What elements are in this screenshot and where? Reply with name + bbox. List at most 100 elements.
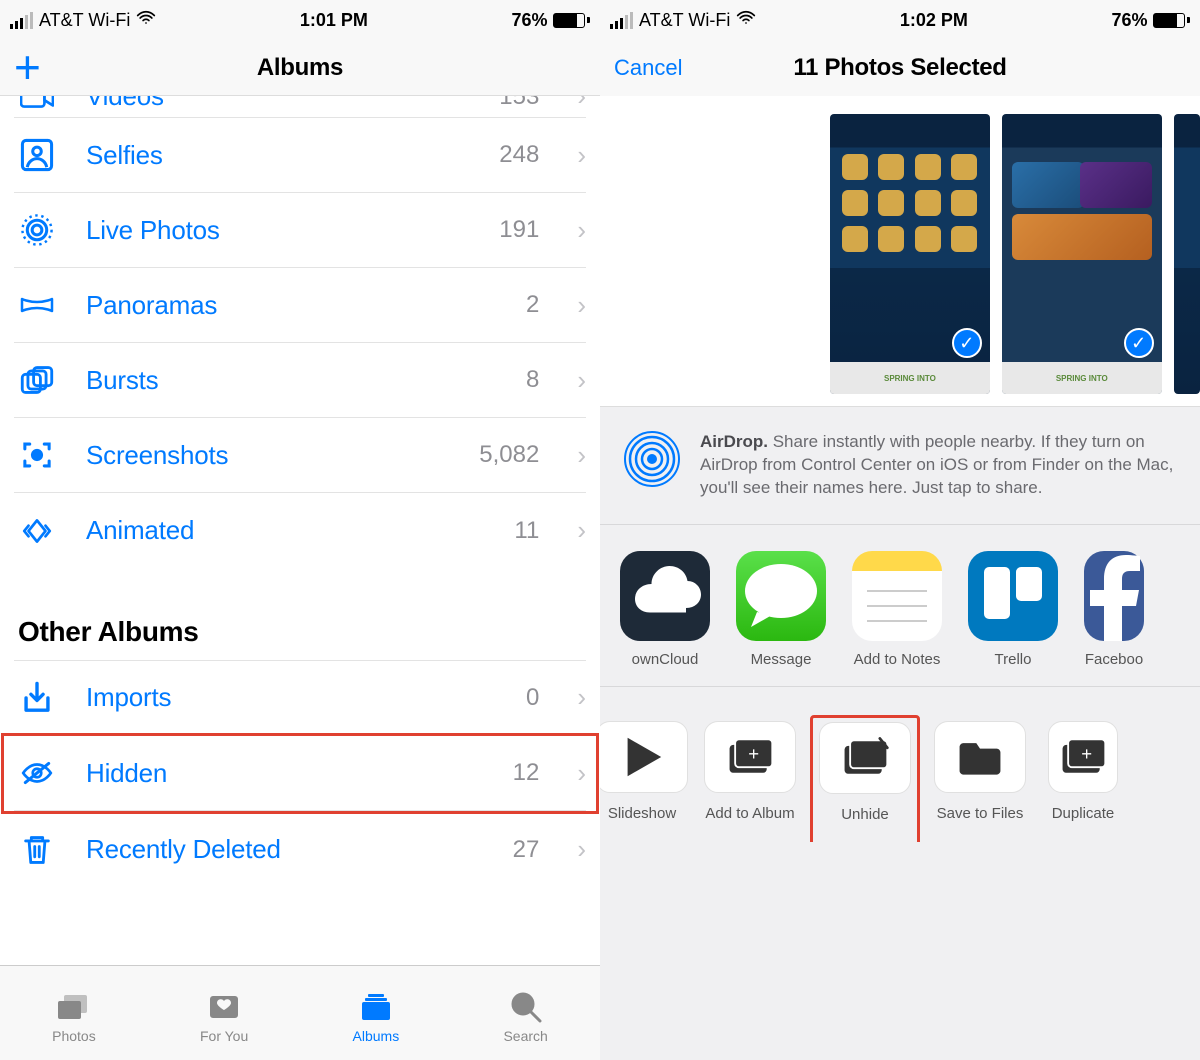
app-label: ownCloud [632,651,699,668]
album-count: 248 [499,141,539,169]
action-save-to-files[interactable]: Save to Files [934,721,1026,824]
wifi-icon [736,8,756,33]
duplicate-icon: + [1048,721,1118,793]
photo-thumbnail-partial[interactable] [1174,114,1200,394]
add-button[interactable]: + [14,54,41,82]
signal-icon [10,12,33,29]
battery-percent: 76% [511,10,547,31]
chevron-icon: › [577,215,586,246]
album-row-animated[interactable]: Animated 11 › [14,493,586,568]
app-label: Message [751,651,812,668]
checkmark-icon: ✓ [952,328,982,358]
airdrop-text: AirDrop. Share instantly with people nea… [700,431,1180,500]
airdrop-section[interactable]: AirDrop. Share instantly with people nea… [600,407,1200,525]
app-label: Faceboo [1085,651,1143,668]
album-count: 27 [513,836,540,864]
trash-icon [18,831,56,869]
share-app-message[interactable]: Message [736,551,826,668]
action-label: Slideshow [608,805,676,822]
folder-plus-icon: + [704,721,796,793]
screenshot-icon [18,436,56,474]
status-bar: AT&T Wi-Fi 1:01 PM 76% [0,0,600,40]
album-label: Imports [86,682,496,713]
share-app-facebook[interactable]: Faceboo [1084,551,1144,668]
action-label: Save to Files [937,805,1024,822]
action-add-to-album[interactable]: + Add to Album [704,721,796,824]
share-app-notes[interactable]: Add to Notes [852,551,942,668]
tab-label: For You [200,1028,248,1044]
photos-icon [54,990,94,1024]
svg-text:+: + [748,743,759,764]
folder-icon [934,721,1026,793]
album-row-recently-deleted[interactable]: Recently Deleted 27 › [14,812,586,887]
action-duplicate[interactable]: + Duplicate [1048,721,1118,824]
chevron-icon: › [577,834,586,865]
message-icon [736,551,826,641]
folder-slash-icon [819,722,911,794]
live-icon [18,211,56,249]
album-label: Live Photos [86,215,469,246]
share-sheet: AirDrop. Share instantly with people nea… [600,406,1200,1060]
airdrop-icon [624,431,680,487]
facebook-icon [1084,551,1144,641]
album-label: Hidden [86,758,483,789]
svg-text:+: + [1081,743,1092,764]
foryou-icon [204,990,244,1024]
album-label: Selfies [86,140,469,171]
battery-icon [1153,13,1190,28]
album-row-screenshots[interactable]: Screenshots 5,082 › [14,418,586,493]
section-other-albums: Other Albums [18,616,586,648]
action-label: Duplicate [1052,805,1115,822]
album-count: 0 [526,684,539,712]
album-count: 8 [526,366,539,394]
album-count: 11 [514,517,539,545]
tab-albums[interactable]: Albums [353,990,400,1044]
action-slideshow[interactable]: Slideshow [602,721,682,824]
status-bar: AT&T Wi-Fi 1:02 PM 76% [600,0,1200,40]
share-app-trello[interactable]: Trello [968,551,1058,668]
tab-search[interactable]: Search [503,990,547,1044]
unhide-highlight: Unhide [810,715,920,842]
carrier-text: AT&T Wi-Fi [639,10,730,31]
album-label: Recently Deleted [86,834,483,865]
album-row-hidden[interactable]: Hidden 12 › [14,736,586,811]
checkmark-icon: ✓ [1124,328,1154,358]
selected-thumbnails[interactable]: SPRING INTO ✓ SPRING INTO ✓ [600,96,1200,406]
carrier-text: AT&T Wi-Fi [39,10,130,31]
share-actions-row[interactable]: Slideshow + Add to Album Unhide Save to … [600,687,1200,842]
photo-thumbnail[interactable]: SPRING INTO ✓ [1002,114,1162,394]
albums-icon [356,990,396,1024]
album-row-live-photos[interactable]: Live Photos 191 › [14,193,586,268]
album-row-videos[interactable]: Videos 153 › [14,96,586,118]
album-row-panoramas[interactable]: Panoramas 2 › [14,268,586,343]
album-count: 2 [526,291,539,319]
search-icon [506,990,546,1024]
album-list[interactable]: Videos 153 › Selfies 248 › Live Photos 1… [0,96,600,965]
burst-icon [18,361,56,399]
chevron-icon: › [577,758,586,789]
chevron-icon: › [577,140,586,171]
tab-for-you[interactable]: For You [200,990,248,1044]
action-unhide[interactable]: Unhide [819,722,911,823]
tab-photos[interactable]: Photos [52,990,96,1044]
share-screen: AT&T Wi-Fi 1:02 PM 76% Cancel 11 Photos … [600,0,1200,1060]
album-count: 191 [499,216,539,244]
panorama-icon [18,286,56,324]
photo-thumbnail[interactable]: SPRING INTO ✓ [830,114,990,394]
page-title: 11 Photos Selected [600,54,1200,82]
selfie-icon [18,136,56,174]
share-app-owncloud[interactable]: ownCloud [620,551,710,668]
share-apps-row[interactable]: ownCloud Message Add to Notes Trello Fac… [600,525,1200,687]
app-label: Trello [995,651,1032,668]
cancel-button[interactable]: Cancel [614,55,682,81]
animated-icon [18,512,56,550]
album-label: Panoramas [86,290,496,321]
status-time: 1:02 PM [900,10,968,31]
chevron-icon: › [577,440,586,471]
album-row-bursts[interactable]: Bursts 8 › [14,343,586,418]
album-row-selfies[interactable]: Selfies 248 › [14,118,586,193]
battery-icon [553,13,590,28]
album-row-imports[interactable]: Imports 0 › [14,660,586,735]
tab-label: Search [503,1028,547,1044]
album-label: Animated [86,515,484,546]
